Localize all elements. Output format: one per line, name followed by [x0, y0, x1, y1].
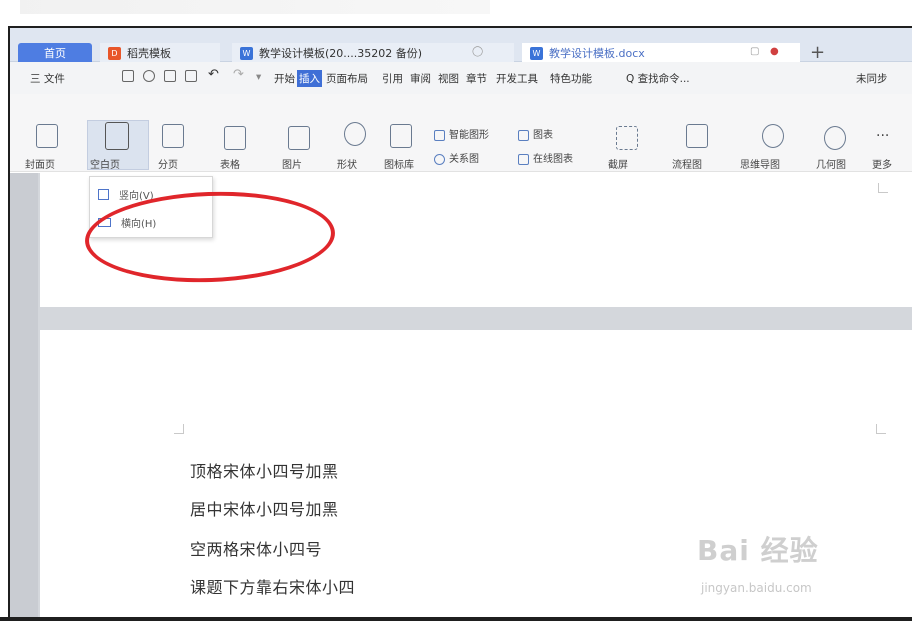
page-corner-mark	[878, 183, 888, 193]
cover-page-icon[interactable]	[36, 124, 58, 148]
screenshot-button[interactable]: 截屏	[608, 156, 628, 171]
online-chart-label: 在线图表	[533, 154, 573, 165]
menu-dev-tools[interactable]: 开发工具	[496, 71, 538, 86]
shape-icon[interactable]	[344, 122, 366, 146]
mindmap-icon[interactable]	[762, 124, 784, 148]
file-menu[interactable]: 三 文件	[30, 71, 65, 86]
portrait-page-icon	[98, 189, 109, 200]
print-icon[interactable]	[164, 70, 176, 82]
relation-chart-label: 关系图	[449, 154, 479, 165]
tab-templates-label: 稻壳模板	[127, 47, 171, 60]
insert-ribbon: 封面页 空白页 分页 表格 图片 形状 图标库 智能图形 关系图 图表 在线图表…	[10, 94, 912, 172]
tab-bar: 首页 D 稻壳模板 W 教学设计模板(20....35202 备份) ◯ W 教学设计…	[10, 28, 912, 63]
tab-home[interactable]: 首页	[18, 43, 92, 63]
picture-button[interactable]: 图片	[282, 156, 302, 171]
monitor-icon[interactable]: ▢	[750, 46, 759, 57]
export-pdf-icon[interactable]	[185, 70, 197, 82]
table-button[interactable]: 表格	[220, 156, 240, 171]
mindmap-button[interactable]: 思维导图	[740, 156, 780, 171]
writer-doc-icon: W	[530, 46, 543, 60]
tab-templates[interactable]: D 稻壳模板	[100, 43, 220, 63]
online-chart-button[interactable]: 在线图表	[518, 150, 573, 165]
more-button[interactable]: 更多	[872, 156, 892, 171]
menu-bar: 三 文件 ↶ ↷ ▾ 开始 插入 页面布局 引用 审阅 视图 章节 开发工具 特…	[10, 62, 912, 94]
geometry-icon[interactable]	[824, 126, 846, 150]
icon-library-icon[interactable]	[390, 124, 412, 148]
watermark-logo: Bai 经验	[697, 534, 819, 567]
menu-insert[interactable]: 插入	[297, 70, 322, 87]
doc-text-line[interactable]: 空两格宋体小四号	[190, 536, 322, 560]
page-corner-mark	[876, 424, 886, 434]
tab-document-active-label: 教学设计模板.docx	[549, 47, 645, 60]
page-break-icon[interactable]	[162, 124, 184, 148]
icon-library-button[interactable]: 图标库	[384, 156, 414, 171]
online-chart-icon	[518, 153, 529, 165]
table-icon[interactable]	[224, 126, 246, 150]
menu-section[interactable]: 章节	[466, 71, 487, 86]
smart-art-button[interactable]: 智能图形	[434, 126, 489, 141]
tab-document-backup-label: 教学设计模板(20....35202 备份)	[259, 47, 423, 60]
save-icon[interactable]	[122, 70, 134, 82]
blank-page-icon[interactable]	[105, 122, 129, 150]
sync-status[interactable]: 未同步	[856, 71, 888, 86]
blank-page-button[interactable]: 空白页	[90, 156, 120, 171]
more-icon[interactable]: ···	[876, 128, 889, 144]
left-scroll-gutter	[10, 173, 38, 621]
relation-chart-button[interactable]: 关系图	[434, 150, 479, 165]
customize-arrow-icon[interactable]: ▾	[256, 71, 261, 83]
doc-text-line[interactable]: 课题下方靠右宋体小四	[190, 574, 355, 598]
screenshot-icon[interactable]	[616, 126, 638, 150]
page-corner-mark	[174, 424, 184, 434]
baidu-jingyan-watermark: Bai 经验 jingyan.baidu.com	[697, 529, 819, 595]
flowchart-button[interactable]: 流程图	[672, 156, 702, 171]
tab-close-icon[interactable]: ●	[770, 46, 779, 57]
watermark-url: jingyan.baidu.com	[701, 581, 812, 595]
command-search[interactable]: Q 查找命令...	[626, 71, 690, 86]
writer-doc-icon: W	[240, 46, 253, 60]
chart-label: 图表	[533, 130, 553, 141]
smart-art-label: 智能图形	[449, 130, 489, 141]
geometry-button[interactable]: 几何图	[816, 156, 846, 171]
menu-view[interactable]: 视图	[438, 71, 459, 86]
menu-start[interactable]: 开始	[274, 71, 295, 86]
print-preview-icon[interactable]	[143, 70, 155, 82]
chart-button[interactable]: 图表	[518, 126, 553, 141]
new-tab-plus-icon[interactable]: +	[810, 42, 825, 63]
undo-icon[interactable]: ↶	[208, 67, 219, 82]
menu-special[interactable]: 特色功能	[550, 71, 592, 86]
redo-icon[interactable]: ↷	[233, 67, 244, 82]
menu-page-layout[interactable]: 页面布局	[326, 71, 368, 86]
page-break-button[interactable]: 分页	[158, 156, 178, 171]
shape-button[interactable]: 形状	[337, 156, 357, 171]
chart-icon	[518, 129, 529, 141]
tab-close-icon[interactable]: ◯	[472, 46, 483, 57]
docer-icon: D	[108, 46, 121, 60]
bottom-border	[0, 617, 912, 621]
doc-text-line[interactable]: 居中宋体小四号加黑	[190, 496, 339, 520]
picture-icon[interactable]	[288, 126, 310, 150]
doc-text-line[interactable]: 顶格宋体小四号加黑	[190, 458, 339, 482]
menu-review[interactable]: 审阅	[410, 71, 431, 86]
cover-page-button[interactable]: 封面页	[25, 156, 55, 171]
tab-home-label: 首页	[44, 47, 66, 60]
menu-references[interactable]: 引用	[382, 71, 403, 86]
top-blur-strip	[20, 0, 490, 14]
smart-art-icon	[434, 129, 445, 141]
flowchart-icon[interactable]	[686, 124, 708, 148]
relation-chart-icon	[434, 153, 445, 165]
document-page-2[interactable]: 顶格宋体小四号加黑 居中宋体小四号加黑 空两格宋体小四号 课题下方靠右宋体小四	[40, 330, 912, 621]
